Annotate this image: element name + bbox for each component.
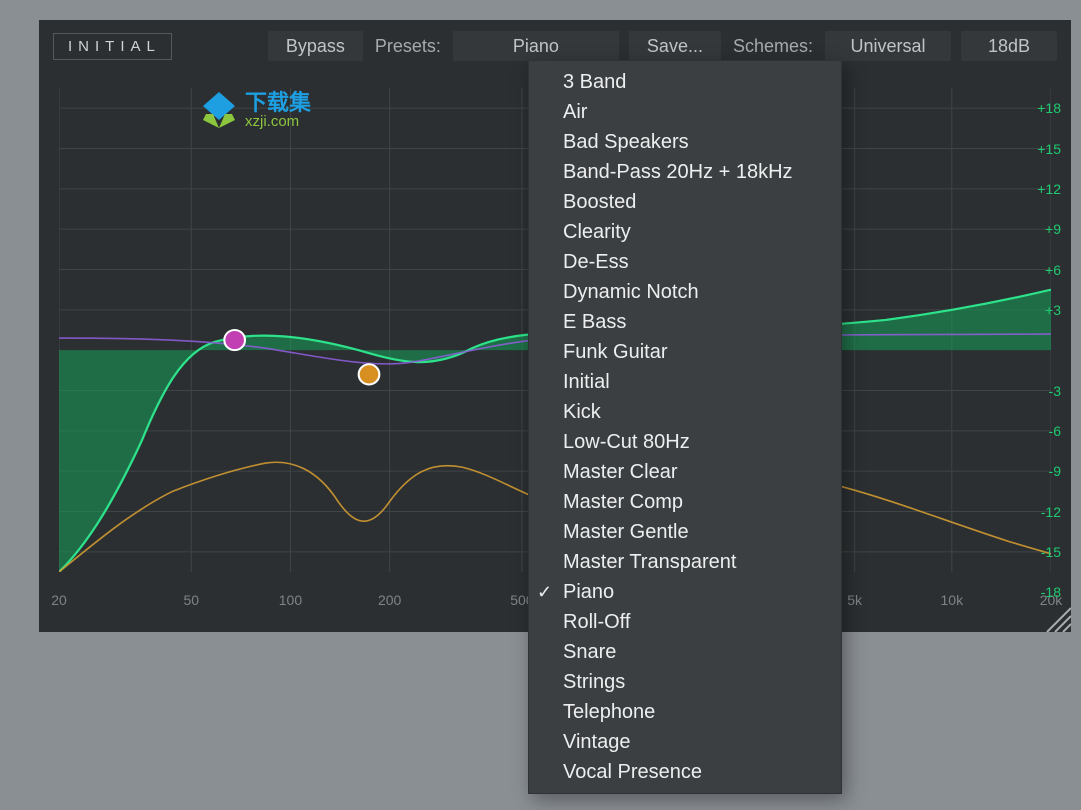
preset-option-label: Clearity — [563, 221, 631, 244]
preset-option-label: Boosted — [563, 191, 636, 214]
preset-option-label: Funk Guitar — [563, 341, 667, 364]
preset-option-label: Vocal Presence — [563, 761, 702, 784]
x-tick: 50 — [183, 592, 199, 608]
preset-option-label: Master Comp — [563, 491, 683, 514]
watermark: 下载集 xzji.com — [199, 90, 311, 130]
y-tick: -18 — [1021, 584, 1061, 600]
preset-dropdown[interactable]: 3 Band Air Bad Speakers Band-Pass 20Hz + 18… — [528, 60, 842, 794]
preset-option[interactable]: Clearity — [529, 217, 841, 247]
preset-option[interactable]: Master Comp — [529, 487, 841, 517]
y-tick: +9 — [1021, 221, 1061, 237]
preset-option[interactable]: Telephone — [529, 697, 841, 727]
x-tick: 20 — [51, 592, 67, 608]
y-tick: -9 — [1021, 463, 1061, 479]
preset-option-label: Snare — [563, 641, 616, 664]
preset-option-label: Initial — [563, 371, 610, 394]
band-handle-orange[interactable] — [359, 364, 380, 384]
y-tick: -3 — [1021, 383, 1061, 399]
preset-option[interactable]: Snare — [529, 637, 841, 667]
brand-logo: INITIAL — [53, 33, 172, 60]
watermark-en: xzji.com — [245, 114, 311, 129]
band-handle-pink[interactable] — [224, 330, 245, 350]
preset-option-label: Piano — [563, 581, 614, 604]
preset-option-label: Master Transparent — [563, 551, 736, 574]
preset-option-label: De-Ess — [563, 251, 629, 274]
bypass-button[interactable]: Bypass — [268, 31, 363, 61]
preset-option-label: Low-Cut 80Hz — [563, 431, 690, 454]
preset-option-label: Band-Pass 20Hz + 18kHz — [563, 161, 793, 184]
preset-option[interactable]: Vocal Presence — [529, 757, 841, 787]
resize-handle[interactable] — [1041, 602, 1071, 632]
preset-option-label: Master Clear — [563, 461, 677, 484]
preset-option[interactable]: Master Clear — [529, 457, 841, 487]
preset-option-label: Master Gentle — [563, 521, 689, 544]
preset-option[interactable]: Boosted — [529, 187, 841, 217]
y-tick: -15 — [1021, 544, 1061, 560]
preset-option[interactable]: 3 Band — [529, 67, 841, 97]
preset-option[interactable]: Roll-Off — [529, 607, 841, 637]
preset-option[interactable]: ✓ Piano — [529, 577, 841, 607]
preset-option-label: E Bass — [563, 311, 626, 334]
y-tick: +3 — [1021, 302, 1061, 318]
preset-option[interactable]: Master Transparent — [529, 547, 841, 577]
preset-select[interactable]: Piano — [453, 31, 619, 61]
preset-option[interactable]: Kick — [529, 397, 841, 427]
x-tick: 100 — [279, 592, 302, 608]
preset-option-label: Dynamic Notch — [563, 281, 699, 304]
preset-option[interactable]: Low-Cut 80Hz — [529, 427, 841, 457]
preset-option[interactable]: Initial — [529, 367, 841, 397]
y-tick: +18 — [1021, 100, 1061, 116]
preset-option[interactable]: Air — [529, 97, 841, 127]
presets-label: Presets: — [373, 36, 443, 57]
preset-option[interactable]: Master Gentle — [529, 517, 841, 547]
preset-option-label: Telephone — [563, 701, 655, 724]
preset-option[interactable]: Bad Speakers — [529, 127, 841, 157]
preset-option-label: 3 Band — [563, 71, 626, 94]
save-button[interactable]: Save... — [629, 31, 721, 61]
y-tick: +12 — [1021, 181, 1061, 197]
preset-option[interactable]: Funk Guitar — [529, 337, 841, 367]
watermark-icon — [199, 90, 239, 130]
y-tick: -12 — [1021, 504, 1061, 520]
preset-option[interactable]: Strings — [529, 667, 841, 697]
scheme-select[interactable]: Universal — [825, 31, 951, 61]
preset-option-label: Roll-Off — [563, 611, 630, 634]
preset-option-label: Strings — [563, 671, 625, 694]
preset-option[interactable]: Band-Pass 20Hz + 18kHz — [529, 157, 841, 187]
preset-option[interactable]: De-Ess — [529, 247, 841, 277]
preset-option-label: Kick — [563, 401, 601, 424]
preset-option-label: Bad Speakers — [563, 131, 689, 154]
y-tick: -6 — [1021, 423, 1061, 439]
x-tick: 5k — [847, 592, 862, 608]
y-tick: +6 — [1021, 262, 1061, 278]
preset-option[interactable]: Dynamic Notch — [529, 277, 841, 307]
schemes-label: Schemes: — [731, 36, 815, 57]
x-tick: 10k — [941, 592, 964, 608]
preset-option[interactable]: Vintage — [529, 727, 841, 757]
preset-option-label: Air — [563, 101, 587, 124]
y-tick: +15 — [1021, 141, 1061, 157]
preset-option-label: Vintage — [563, 731, 630, 754]
range-select[interactable]: 18dB — [961, 31, 1057, 61]
x-tick: 200 — [378, 592, 401, 608]
watermark-cn: 下载集 — [245, 92, 311, 114]
check-icon: ✓ — [537, 582, 552, 603]
preset-option[interactable]: E Bass — [529, 307, 841, 337]
